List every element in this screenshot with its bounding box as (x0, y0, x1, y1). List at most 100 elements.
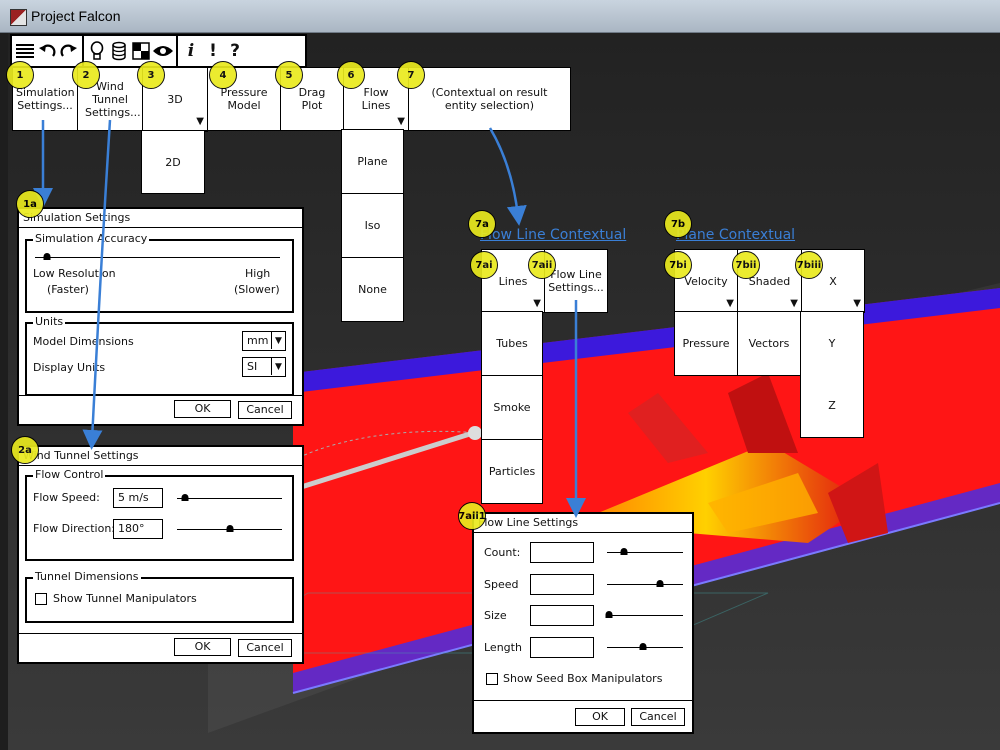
dropdown-triangle-icon: ▼ (397, 116, 405, 127)
simulation-settings-dialog: Simulation Settings Simulation Accuracy … (17, 207, 304, 426)
axis-x-label: X (829, 274, 837, 288)
length-slider[interactable] (607, 643, 683, 650)
database-icon[interactable] (108, 39, 130, 63)
lines-tubes-option[interactable]: Tubes (481, 311, 543, 376)
size-label: Size (484, 609, 507, 622)
length-slider-thumb[interactable] (639, 643, 647, 650)
info-icon[interactable]: i (180, 39, 202, 63)
plane-contextual-heading: Plane Contextual (676, 227, 796, 243)
window-title: Project Falcon (31, 8, 121, 24)
badge-2: 2 (72, 61, 100, 89)
size-input[interactable] (530, 605, 594, 626)
alert-icon[interactable]: ! (202, 39, 224, 63)
low-resolution-label: Low Resolution (33, 267, 116, 280)
badge-7bi: 7bi (664, 251, 692, 279)
ok-button[interactable]: OK (575, 708, 625, 726)
count-input[interactable] (530, 542, 594, 563)
length-input[interactable] (530, 637, 594, 658)
tunnel-manipulators-checkbox[interactable] (35, 593, 47, 605)
size-slider[interactable] (605, 611, 683, 618)
lines-particles-option[interactable]: Particles (481, 440, 543, 504)
speed-label: Speed (484, 578, 519, 591)
badge-7bii: 7bii (732, 251, 760, 279)
menu-icon[interactable] (14, 39, 36, 63)
flow-lines-plane-option[interactable]: Plane (341, 129, 404, 194)
lightbulb-icon[interactable] (86, 39, 108, 63)
flow-direction-label: Flow Direction: (33, 522, 116, 535)
lines-label: Lines (498, 274, 528, 288)
dropdown-triangle-icon: ▼ (533, 298, 541, 309)
view-3d-label: 3D (167, 92, 183, 106)
seed-box-checkbox[interactable] (486, 673, 498, 685)
badge-2a: 2a (11, 436, 39, 464)
help-icon[interactable]: ? (224, 39, 246, 63)
flow-direction-slider-thumb[interactable] (226, 525, 233, 532)
dropdown-triangle-icon: ▼ (196, 116, 204, 127)
badge-7ai: 7ai (470, 251, 498, 279)
pressure-option[interactable]: Pressure (674, 311, 738, 376)
lines-menu: Tubes Smoke Particles (481, 311, 543, 504)
axis-y-option[interactable]: Y (800, 311, 864, 376)
flow-control-group-label: Flow Control (33, 468, 106, 481)
plane-contextual-ribbon: Velocity ▼ Shaded ▼ X ▼ (674, 249, 865, 313)
dropdown-triangle-icon: ▼ (726, 298, 734, 309)
flow-line-settings-label: Flow Line Settings... (548, 268, 604, 294)
accuracy-slider[interactable] (35, 253, 280, 260)
display-units-label: Display Units (33, 361, 106, 374)
vectors-option[interactable]: Vectors (737, 311, 801, 376)
badge-1: 1 (6, 61, 34, 89)
badge-7biii: 7biii (795, 251, 823, 279)
view-2d-option[interactable]: 2D (141, 130, 205, 194)
display-units-value: SI (247, 360, 258, 373)
flow-lines-none-option[interactable]: None (341, 258, 404, 322)
ok-button[interactable]: OK (174, 400, 231, 418)
seed-box-label: Show Seed Box Manipulators (503, 672, 663, 685)
app-logo-icon (10, 9, 27, 26)
flow-speed-slider[interactable] (177, 494, 282, 501)
slower-label: (Slower) (234, 283, 280, 296)
cancel-button[interactable]: Cancel (238, 639, 292, 657)
flow-direction-input[interactable]: 180° (113, 519, 163, 539)
badge-7b: 7b (664, 210, 692, 238)
speed-slider-thumb[interactable] (656, 580, 664, 587)
eye-icon[interactable] (152, 39, 174, 63)
flow-line-contextual-heading: Flow Line Contextual (480, 227, 627, 243)
flow-lines-menu: Plane Iso None (341, 129, 404, 322)
count-slider-thumb[interactable] (620, 548, 628, 555)
contextual-placeholder: (Contextual on result entity selection) (409, 68, 570, 130)
checker-icon[interactable] (130, 39, 152, 63)
badge-4: 4 (209, 61, 237, 89)
count-slider[interactable] (607, 548, 683, 555)
axis-z-option[interactable]: Z (800, 374, 864, 438)
dialog-title: Wind Tunnel Settings (19, 447, 302, 466)
units-group-label: Units (33, 315, 66, 328)
pressure-model-label: Pressure Model (220, 86, 268, 112)
badge-6: 6 (337, 61, 365, 89)
model-dimensions-select[interactable]: mm ▼ (242, 331, 286, 351)
title-bar: Project Falcon (0, 0, 1000, 33)
badge-7: 7 (397, 61, 425, 89)
badge-5: 5 (275, 61, 303, 89)
speed-input[interactable] (530, 574, 594, 595)
cancel-button[interactable]: Cancel (631, 708, 685, 726)
flow-lines-iso-option[interactable]: Iso (341, 194, 404, 258)
flow-control-group: Flow Control Flow Speed: 5 m/s Flow Dire… (25, 468, 294, 561)
model-dimensions-label: Model Dimensions (33, 335, 134, 348)
redo-icon[interactable] (58, 39, 80, 63)
ok-button[interactable]: OK (174, 638, 231, 656)
flow-speed-input[interactable]: 5 m/s (113, 488, 163, 508)
accuracy-slider-thumb[interactable] (43, 253, 51, 260)
model-dimensions-value: mm (247, 334, 269, 347)
flow-direction-slider[interactable] (177, 525, 282, 532)
accuracy-group-label: Simulation Accuracy (33, 232, 150, 245)
undo-icon[interactable] (36, 39, 58, 63)
speed-slider[interactable] (607, 580, 683, 587)
cancel-button[interactable]: Cancel (238, 401, 292, 419)
size-slider-thumb[interactable] (605, 611, 613, 618)
accuracy-group: Simulation Accuracy Low Resolution (Fast… (25, 232, 294, 313)
display-units-select[interactable]: SI ▼ (242, 357, 286, 377)
lines-smoke-option[interactable]: Smoke (481, 376, 543, 440)
flow-speed-slider-thumb[interactable] (181, 494, 189, 501)
flow-lines-label: Flow Lines (361, 86, 391, 112)
flow-line-settings-dialog: Flow Line Settings Count: Speed Size Len… (472, 512, 694, 734)
